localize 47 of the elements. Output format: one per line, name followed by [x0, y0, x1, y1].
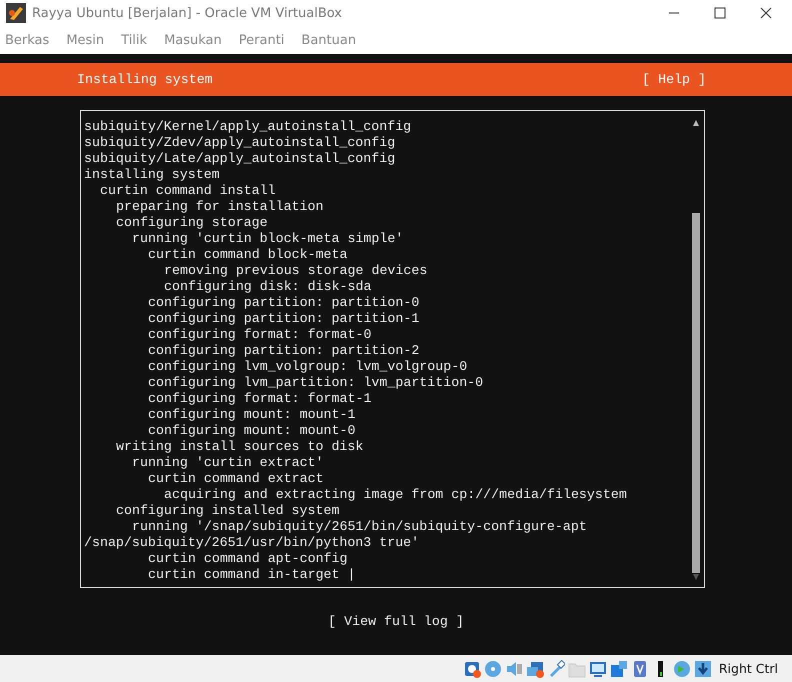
menu-item[interactable]: Berkas: [4, 30, 50, 50]
log-line: configuring format: format-1: [147, 391, 372, 407]
log-line: preparing for installation: [115, 199, 324, 215]
host-key-label: Right Ctrl: [718, 661, 778, 676]
screen-title: Installing system: [77, 72, 213, 87]
close-icon[interactable]: [760, 7, 772, 19]
app-logo-icon[interactable]: [6, 3, 26, 23]
network-icon[interactable]: [526, 660, 544, 678]
log-line: installing system: [84, 167, 221, 183]
log-line: curtin command extract: [147, 471, 325, 487]
log-line: configuring mount: mount-0: [147, 423, 356, 439]
log-line: configuring lvm_partition: lvm_partition-0: [147, 375, 484, 391]
log-line: configuring disk: disk-sda: [163, 279, 372, 295]
menu-item[interactable]: Bantuan: [300, 30, 358, 50]
help-button[interactable]: [ Help ]: [642, 72, 706, 87]
log-line: curtin command install: [99, 183, 277, 199]
optical-disc-icon[interactable]: [484, 660, 502, 678]
log-line: running 'curtin extract': [131, 455, 325, 471]
log-line: writing install sources to disk: [115, 439, 364, 455]
menu-item[interactable]: Tilik: [120, 30, 148, 50]
log-line: curtin command block-meta: [147, 247, 348, 263]
menu-item[interactable]: Masukan: [163, 30, 223, 50]
display-icon[interactable]: [588, 660, 607, 678]
menu-item[interactable]: Mesin: [65, 30, 106, 50]
log-line: acquiring and extracting image from cp:///media/filesystem: [163, 487, 628, 503]
log-line: removing previous storage devices: [163, 263, 428, 279]
view-log-button[interactable]: [ View full log ]: [325, 613, 467, 630]
log-line: curtin command in-target |: [147, 567, 356, 583]
maximize-icon[interactable]: [714, 7, 726, 19]
log-line: subiquity/Late/apply_autoinstall_config: [84, 151, 396, 167]
scrollbar-thumb[interactable]: [692, 213, 700, 573]
log-line: configuring mount: mount-1: [147, 407, 356, 423]
log-line: configuring partition: partition-2: [147, 343, 420, 359]
log-line: configuring lvm_volgroup: lvm_volgroup-0: [147, 359, 468, 375]
scroll-up-icon[interactable]: [692, 119, 700, 127]
window-icon[interactable]: [610, 660, 628, 678]
log-line: configuring partition: partition-1: [147, 311, 420, 327]
log-line: configuring format: format-0: [147, 327, 372, 343]
log-line: subiquity/Kernel/apply_autoinstall_config: [84, 119, 412, 135]
menu-item[interactable]: Peranti: [238, 30, 286, 50]
log-line: curtin command apt-config: [147, 551, 348, 567]
log-line: configuring storage: [115, 215, 269, 231]
log-line: configuring installed system: [115, 503, 340, 519]
window-title: Rayya Ubuntu [Berjalan] - Oracle VM VirtualBox: [32, 6, 343, 20]
log-line: subiquity/Zdev/apply_autoinstall_config: [84, 135, 396, 151]
log-line: running 'curtin block-meta simple': [131, 231, 404, 247]
log-line: configuring partition: partition-0: [147, 295, 420, 311]
